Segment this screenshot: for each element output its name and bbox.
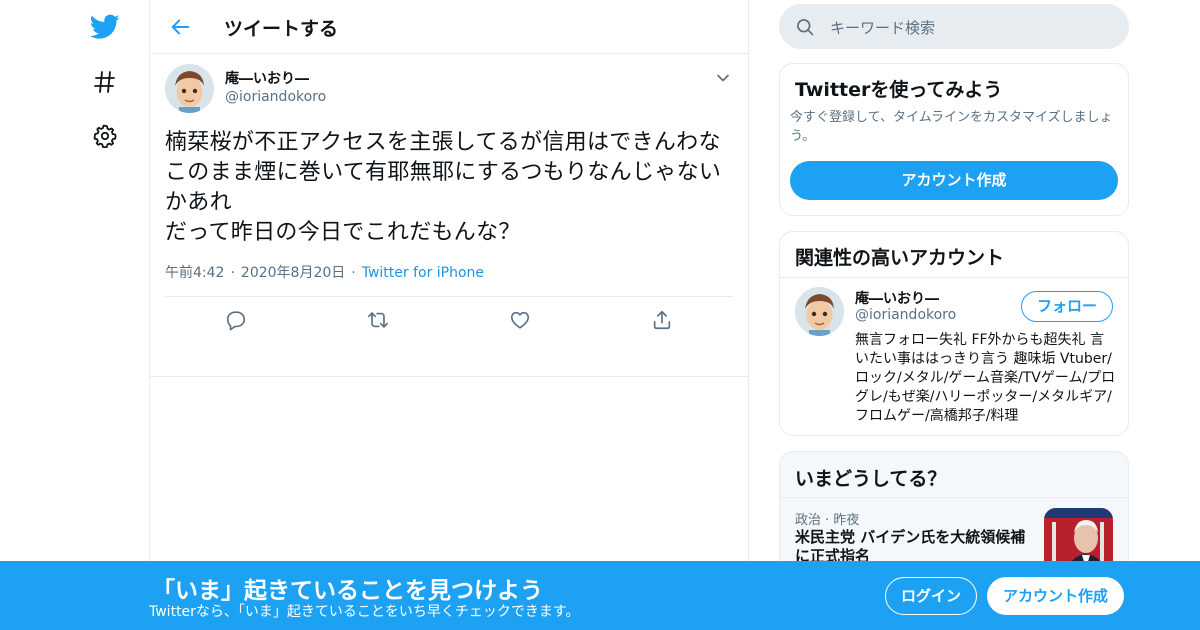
trend-meta: 政治 · 昨夜 [795, 513, 860, 528]
search-input[interactable]: キーワード検索 [779, 4, 1129, 49]
signup-banner: 「いま」起きていることを見つけよう Twitterなら、「いま」起きていることを… [0, 561, 1200, 630]
follow-button[interactable]: フォロー [1021, 291, 1113, 322]
main-column: ツイートする 庵―いおり― @ioriandokoro 楠栞桜が不正アクセスを主… [149, 0, 749, 630]
banner-subtitle: Twitterなら、「いま」起きていることをいち早くチェックできます。 [149, 604, 580, 620]
tweet-meta: 午前4:42 · 2020年8月20日 · Twitter for iPhone [165, 262, 733, 282]
tweet-author: 庵―いおり― @ioriandokoro [165, 54, 733, 120]
tweet-source-link[interactable]: Twitter for iPhone [362, 265, 484, 281]
hashtag-icon[interactable] [85, 62, 125, 102]
tweet-time[interactable]: 午前4:42 [165, 265, 224, 281]
tweet-date[interactable]: 2020年8月20日 [241, 265, 345, 281]
signup-button[interactable]: アカウント作成 [987, 577, 1124, 615]
meta-separator: · [230, 265, 235, 281]
twitter-bird-icon[interactable] [85, 7, 125, 47]
banner-title: 「いま」起きていることを見つけよう [152, 578, 543, 604]
search-placeholder: キーワード検索 [830, 19, 936, 37]
tweet-text: 楠栞桜が不正アクセスを主張してるが信用はできんわな このまま煙に巻いて有耶無耶に… [165, 130, 722, 245]
related-account-bio: 無言フォロー失礼 FF外からも超失礼 言いたい事ははっきり言う 趣味垢 Vtub… [855, 332, 1116, 424]
tweet-actions [165, 297, 733, 345]
page-title: ツイートする [224, 18, 339, 40]
retweet-icon[interactable] [367, 309, 391, 333]
left-nav [80, 0, 130, 630]
trend-time: 昨夜 [833, 513, 860, 528]
create-account-button[interactable]: アカウント作成 [790, 161, 1118, 200]
related-account-handle[interactable]: @ioriandokoro [855, 307, 956, 323]
chevron-down-icon[interactable] [713, 68, 733, 88]
like-icon[interactable] [509, 309, 533, 333]
signup-card-description: 今すぐ登録して、タイムラインをカスタマイズしましょう。 [790, 110, 1113, 144]
avatar[interactable] [795, 287, 844, 336]
related-accounts-card: 関連性の高いアカウント 庵―いおり― @ioriandokoro フォロー 無言… [779, 231, 1129, 436]
related-account-name[interactable]: 庵―いおり― [855, 288, 939, 308]
page: ツイートする 庵―いおり― @ioriandokoro 楠栞桜が不正アクセスを主… [0, 0, 1200, 630]
tweet: 庵―いおり― @ioriandokoro 楠栞桜が不正アクセスを主張してるが信用… [150, 54, 748, 377]
meta-separator: · [351, 265, 356, 281]
login-button[interactable]: ログイン [885, 577, 977, 615]
page-header: ツイートする [150, 0, 748, 54]
trends-title: いまどうしてる？ [795, 468, 947, 490]
search-icon [795, 17, 815, 41]
reply-icon[interactable] [225, 309, 249, 333]
related-accounts-title: 関連性の高いアカウント [795, 247, 1005, 269]
divider [780, 277, 1128, 278]
back-arrow-icon[interactable] [166, 12, 196, 42]
avatar[interactable] [165, 64, 214, 113]
gear-icon[interactable] [85, 116, 125, 156]
share-icon[interactable] [651, 309, 675, 333]
author-name[interactable]: 庵―いおり― [225, 68, 309, 88]
signup-card-title: Twitterを使ってみよう [795, 79, 1003, 101]
author-handle[interactable]: @ioriandokoro [225, 89, 326, 105]
signup-card: Twitterを使ってみよう 今すぐ登録して、タイムラインをカスタマイズしましょ… [779, 63, 1129, 216]
trend-category: 政治 [795, 513, 822, 528]
